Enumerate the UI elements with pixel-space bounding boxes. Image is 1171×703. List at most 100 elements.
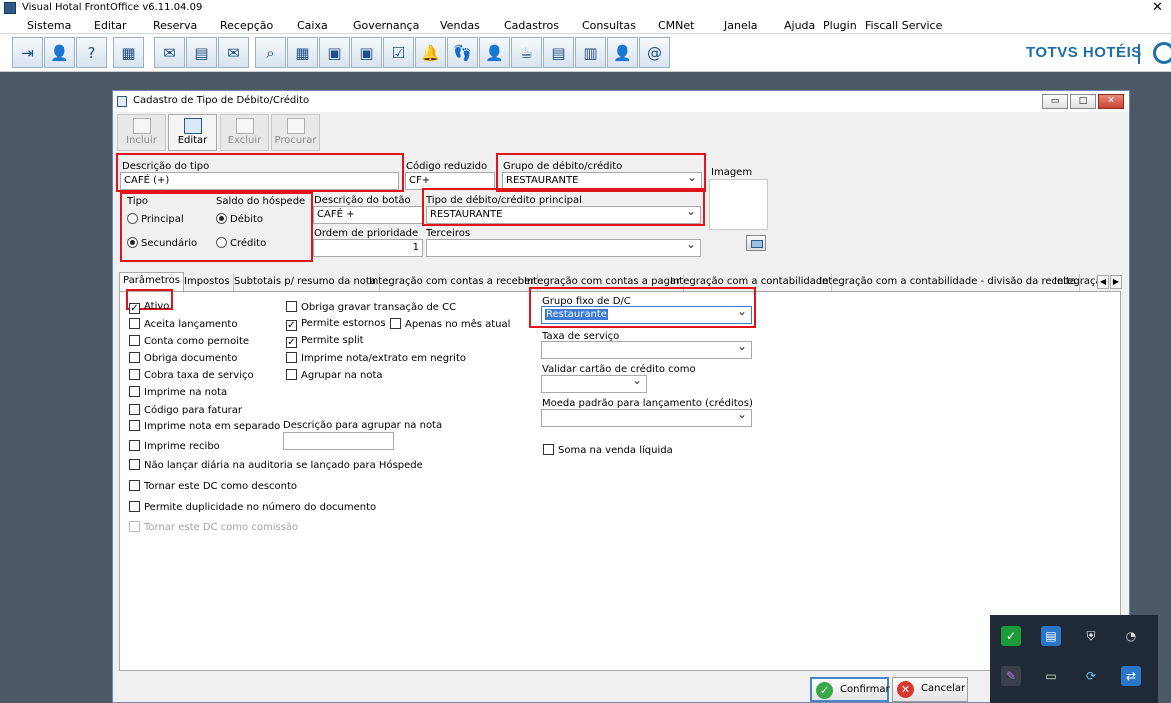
permite-duplicidade-checkbox[interactable]: Permite duplicidade no número do documen…: [129, 501, 376, 513]
dialog-titlebar: Cadastro de Tipo de Débito/Crédito ▭ □ ✕: [113, 91, 1129, 112]
menu-recepcao[interactable]: Recepção: [220, 19, 273, 32]
menu-governanca[interactable]: Governança: [353, 19, 419, 32]
menu-caixa[interactable]: Caixa: [297, 19, 328, 32]
mail-icon[interactable]: ✉: [154, 37, 185, 68]
imprime-negrito-checkbox[interactable]: Imprime nota/extrato em negrito: [286, 352, 466, 364]
cash-register-icon[interactable]: ▥: [575, 37, 606, 68]
tab-contas-receber[interactable]: Integração com contas a receber: [366, 274, 539, 291]
close-window-icon[interactable]: ✕: [1152, 0, 1163, 15]
terceiros-select[interactable]: [426, 239, 701, 257]
codigo-faturar-checkbox[interactable]: Código para faturar: [129, 404, 242, 416]
tab-contabilidade-divisao[interactable]: Integração com a contabilidade - divisão…: [816, 274, 1080, 291]
ativo-checkbox[interactable]: ✓ Ativo: [129, 301, 169, 314]
menu-cadastros[interactable]: Cadastros: [504, 19, 559, 32]
agrupar-desc-field[interactable]: [283, 432, 394, 450]
permite-split-checkbox[interactable]: ✓ Permite split: [286, 335, 364, 348]
imprime-separado-checkbox[interactable]: Imprime nota em separado: [129, 420, 280, 432]
menu-ajuda[interactable]: Ajuda: [784, 19, 815, 32]
highlight-grupo: [496, 153, 706, 192]
menu-janela[interactable]: Janela: [724, 19, 758, 32]
tab-subtotais[interactable]: Subtotais p/ resumo da nota: [231, 274, 380, 291]
guest-list-icon[interactable]: ▣: [351, 37, 382, 68]
menu-sistema[interactable]: Sistema: [27, 19, 71, 32]
footprints-icon[interactable]: 👣: [447, 37, 478, 68]
defender-shield-icon[interactable]: ✓: [1001, 626, 1021, 646]
menu-editar[interactable]: Editar: [94, 19, 127, 32]
grupo-fixo-select[interactable]: Restaurante: [541, 306, 752, 324]
search-icon[interactable]: ⌕: [255, 37, 286, 68]
security-shield-icon[interactable]: ⛨: [1081, 626, 1101, 646]
imprime-recibo-checkbox[interactable]: Imprime recibo: [129, 440, 220, 452]
drive-check-icon[interactable]: ▭: [1041, 666, 1061, 686]
sync-icon[interactable]: ⟳: [1081, 666, 1101, 686]
guest-card-icon[interactable]: ▣: [319, 37, 350, 68]
dc-desconto-checkbox[interactable]: Tornar este DC como desconto: [129, 480, 297, 492]
menu-consultas[interactable]: Consultas: [582, 19, 636, 32]
cobra-taxa-checkbox[interactable]: Cobra taxa de serviço: [129, 369, 254, 381]
housekeeper-icon[interactable]: 👤: [607, 37, 638, 68]
saldo-credito-radio[interactable]: Crédito: [216, 237, 266, 249]
conta-pernoite-checkbox[interactable]: Conta como pernoite: [129, 335, 249, 347]
new-doc-icon: [132, 118, 151, 134]
obriga-documento-checkbox[interactable]: Obriga documento: [129, 352, 237, 364]
menu-cmnet[interactable]: CMNet: [658, 19, 694, 32]
soma-venda-liquida-checkbox[interactable]: Soma na venda líquida: [543, 444, 673, 456]
aceita-lancamento-checkbox[interactable]: Aceita lançamento: [129, 318, 237, 330]
cancelar-button[interactable]: ✕ Cancelar: [892, 677, 968, 702]
menu-reserva[interactable]: Reserva: [153, 19, 197, 32]
excluir-button[interactable]: Excluir: [220, 114, 269, 151]
pen-icon[interactable]: ✎: [1001, 666, 1021, 686]
ordem-label: Ordem de prioridade: [314, 228, 419, 239]
exit-icon[interactable]: ⇥: [12, 37, 43, 68]
saldo-debito-radio[interactable]: Débito: [216, 213, 263, 225]
tab-scroll-left-icon[interactable]: ◀: [1097, 275, 1109, 289]
descricao-botao-field[interactable]: CAFÉ +: [313, 206, 423, 224]
checklist-icon[interactable]: ☑: [383, 37, 414, 68]
org-chart-icon[interactable]: ▦: [113, 37, 144, 68]
editar-button[interactable]: Editar: [168, 114, 217, 151]
satellite-dish-icon[interactable]: ◔: [1121, 626, 1141, 646]
tipo-principal-radio[interactable]: Principal: [127, 213, 184, 225]
delete-doc-icon: [235, 118, 254, 134]
email-at-icon[interactable]: @: [639, 37, 670, 68]
taxa-servico-select[interactable]: [541, 341, 752, 359]
nao-lancar-diaria-checkbox[interactable]: Não lançar diária na auditoria se lançad…: [129, 459, 423, 471]
calendar-grid-icon[interactable]: ▦: [287, 37, 318, 68]
tab-scroll-right-icon[interactable]: ▶: [1110, 275, 1122, 289]
menu-vendas[interactable]: Vendas: [440, 19, 480, 32]
confirmar-button[interactable]: ✓ Confirmar: [810, 677, 890, 702]
dialog-title: Cadastro de Tipo de Débito/Crédito: [133, 95, 310, 106]
tipo-secundario-radio[interactable]: Secundário: [127, 237, 197, 249]
help-icon[interactable]: ?: [76, 37, 107, 68]
minimize-icon[interactable]: ▭: [1042, 94, 1068, 109]
obriga-transacao-cc-checkbox[interactable]: Obriga gravar transação de CC: [286, 301, 456, 313]
tab-impostos[interactable]: Impostos: [181, 274, 234, 291]
apenas-mes-atual-checkbox[interactable]: Apenas no mês atual: [390, 318, 510, 330]
room-service-icon[interactable]: ☕: [511, 37, 542, 68]
close-icon[interactable]: ✕: [1098, 94, 1124, 109]
moeda-select[interactable]: [541, 409, 752, 427]
procurar-button[interactable]: Procurar: [271, 114, 320, 151]
permite-estornos-checkbox[interactable]: ✓ Permite estornos: [286, 318, 386, 331]
validar-cartao-select[interactable]: [541, 375, 647, 393]
remote-connect-icon[interactable]: ⇄: [1121, 666, 1141, 686]
form-icon[interactable]: ▤: [186, 37, 217, 68]
bell-icon[interactable]: 🔔: [415, 37, 446, 68]
menu-fiscall-service[interactable]: Fiscall Service: [865, 19, 942, 32]
mail-forward-icon[interactable]: ✉: [218, 37, 249, 68]
maximize-icon[interactable]: □: [1070, 94, 1096, 109]
imprime-nota-checkbox[interactable]: Imprime na nota: [129, 386, 227, 398]
cashier-icon[interactable]: ▤: [543, 37, 574, 68]
main-toolbar: ⇥ 👤 ? ▦ ✉ ▤ ✉ ⌕ ▦ ▣ ▣ ☑ 🔔 👣 👤 ☕ ▤ ▥ 👤 @: [0, 34, 1171, 72]
image-picker-icon[interactable]: [746, 235, 766, 251]
image-preview[interactable]: [709, 179, 768, 230]
users-icon[interactable]: 👤: [44, 37, 75, 68]
menu-plugin[interactable]: Plugin: [823, 19, 857, 32]
network-monitor-icon[interactable]: ▤: [1041, 626, 1061, 646]
app-title: Visual Hotal FrontOffice v6.11.04.09: [22, 2, 203, 13]
add-guest-icon[interactable]: 👤: [479, 37, 510, 68]
incluir-button[interactable]: Incluir: [117, 114, 166, 151]
checkmark-icon: ✓: [286, 337, 297, 348]
ordem-field[interactable]: 1: [313, 239, 423, 257]
agrupar-nota-checkbox[interactable]: Agrupar na nota: [286, 369, 383, 381]
